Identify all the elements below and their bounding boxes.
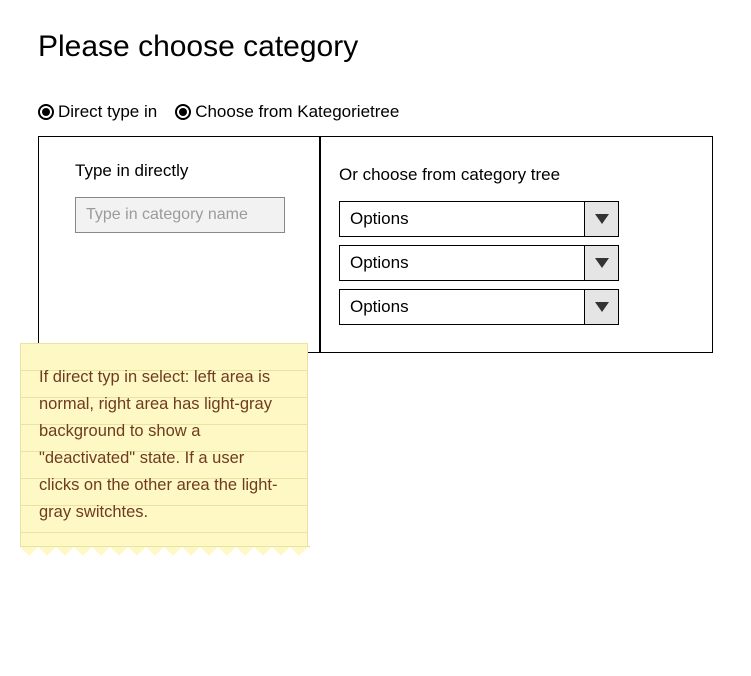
select-value: Options	[340, 290, 584, 324]
radio-choose-from-tree[interactable]: Choose from Kategorietree	[175, 102, 399, 122]
panel-direct-type: Type in directly	[39, 137, 319, 352]
panel-direct-heading: Type in directly	[75, 161, 293, 181]
dropdown-button[interactable]	[584, 202, 618, 236]
dropdown-button[interactable]	[584, 246, 618, 280]
page-title: Please choose category	[38, 30, 713, 64]
mode-radio-group: Direct type in Choose from Kategorietree	[38, 102, 713, 122]
dropdown-button[interactable]	[584, 290, 618, 324]
panel-tree-heading: Or choose from category tree	[339, 165, 694, 185]
category-select-1[interactable]: Options	[339, 201, 619, 237]
chevron-down-icon	[595, 302, 609, 312]
annotation-text: If direct typ in select: left area is no…	[39, 368, 277, 521]
chevron-down-icon	[595, 258, 609, 268]
panel-category-tree: Or choose from category tree Options Opt…	[319, 137, 712, 352]
note-torn-edge	[20, 547, 310, 561]
radio-icon	[38, 104, 54, 120]
category-select-2[interactable]: Options	[339, 245, 619, 281]
category-panels: Type in directly Or choose from category…	[38, 136, 713, 353]
radio-icon	[175, 104, 191, 120]
select-value: Options	[340, 246, 584, 280]
select-value: Options	[340, 202, 584, 236]
category-name-input[interactable]	[75, 197, 285, 233]
radio-label: Choose from Kategorietree	[195, 102, 399, 122]
chevron-down-icon	[595, 214, 609, 224]
radio-label: Direct type in	[58, 102, 157, 122]
category-select-3[interactable]: Options	[339, 289, 619, 325]
radio-direct-type-in[interactable]: Direct type in	[38, 102, 157, 122]
annotation-note: If direct typ in select: left area is no…	[20, 343, 308, 548]
